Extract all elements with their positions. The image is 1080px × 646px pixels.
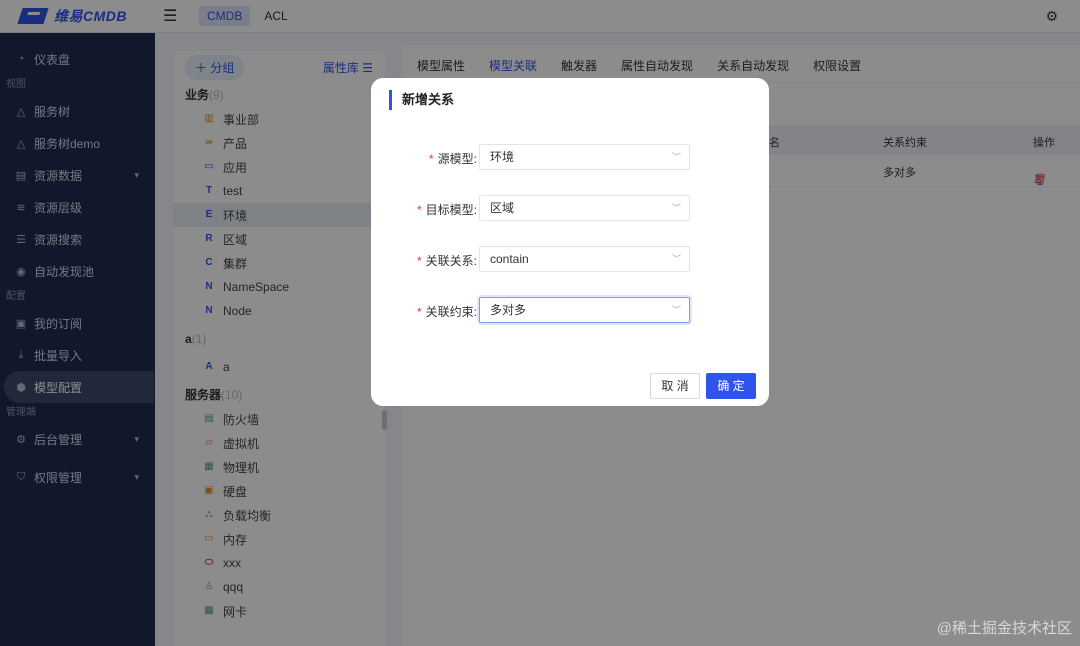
- target-model-select[interactable]: 区域 ﹀: [479, 195, 690, 221]
- form-row-relation-constraint: * 关联约束: 多对多 ﹀: [371, 297, 769, 323]
- source-model-select[interactable]: 环境 ﹀: [479, 144, 690, 170]
- form-label: * 关联约束:: [416, 305, 477, 319]
- form-row-source-model: * 源模型: 环境 ﹀: [371, 144, 769, 170]
- relation-constraint-select[interactable]: 多对多 ﹀: [479, 297, 690, 323]
- form-label: * 源模型:: [428, 152, 477, 166]
- form-label: * 关联关系:: [416, 254, 477, 268]
- chevron-down-icon: ﹀: [671, 305, 681, 315]
- chevron-down-icon: ﹀: [671, 152, 681, 162]
- confirm-button[interactable]: 确 定: [706, 373, 756, 399]
- chevron-down-icon: ﹀: [671, 254, 681, 264]
- chevron-down-icon: ﹀: [671, 203, 681, 213]
- modal-title: 新增关系: [389, 90, 454, 110]
- add-relation-modal: 新增关系 * 源模型: 环境 ﹀ * 目标模型: 区域 ﹀ * 关联关系: conta…: [371, 78, 769, 406]
- form-row-relation-type: * 关联关系: contain ﹀: [371, 246, 769, 272]
- relation-type-select[interactable]: contain ﹀: [479, 246, 690, 272]
- form-row-target-model: * 目标模型: 区域 ﹀: [371, 195, 769, 221]
- watermark: @稀土掘金技术社区: [936, 620, 1072, 637]
- form-label: * 目标模型:: [416, 203, 477, 217]
- cancel-button[interactable]: 取 消: [650, 373, 700, 399]
